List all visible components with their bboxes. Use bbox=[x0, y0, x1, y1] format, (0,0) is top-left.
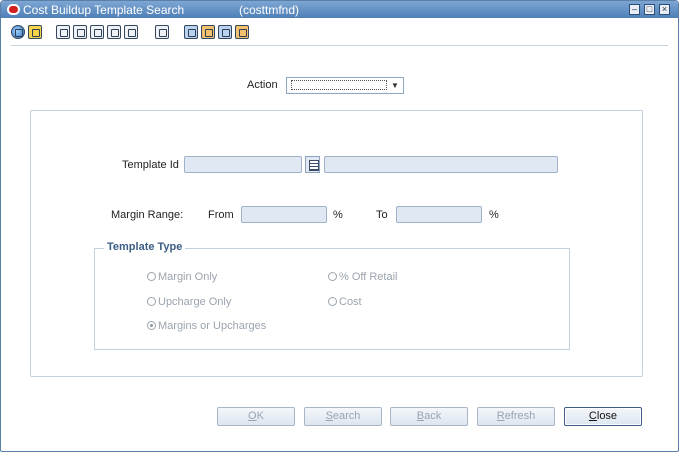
template-id-input[interactable] bbox=[184, 156, 302, 173]
back-label: ack bbox=[424, 410, 442, 422]
radio-selected-icon bbox=[147, 321, 156, 330]
ok-mnemonic: O bbox=[248, 410, 257, 422]
margin-range-label: Margin Range: bbox=[111, 209, 184, 221]
window-code: (costtmfnd) bbox=[239, 3, 300, 17]
action-select[interactable]: ▼ bbox=[286, 77, 404, 94]
ok-button[interactable]: OK bbox=[217, 407, 295, 426]
radio-label: Cost bbox=[339, 296, 362, 308]
close-icon[interactable]: × bbox=[659, 4, 670, 15]
maximize-icon[interactable]: □ bbox=[644, 4, 655, 15]
radio-circle-icon bbox=[147, 297, 156, 306]
radio-label: Upcharge Only bbox=[158, 296, 232, 308]
radio-label: % Off Retail bbox=[339, 271, 398, 283]
refresh-mnemonic: R bbox=[496, 410, 505, 422]
radio-label: Margin Only bbox=[158, 271, 218, 283]
chart-icon[interactable] bbox=[218, 25, 232, 39]
search-button[interactable]: Search bbox=[304, 407, 382, 426]
favorite-icon[interactable] bbox=[28, 25, 42, 39]
to-label: To bbox=[376, 209, 388, 221]
template-type-legend: Template Type bbox=[104, 241, 186, 253]
radio-upcharge-only[interactable]: Upcharge Only bbox=[147, 296, 231, 308]
to-percent-label: % bbox=[489, 209, 499, 221]
clock-icon[interactable] bbox=[56, 25, 70, 39]
copy-icon[interactable] bbox=[90, 25, 104, 39]
print-icon[interactable] bbox=[107, 25, 121, 39]
from-label: From bbox=[208, 209, 234, 221]
action-value-focus bbox=[291, 80, 387, 90]
toolbar bbox=[1, 18, 678, 44]
radio-circle-icon bbox=[147, 272, 156, 281]
search-label: earch bbox=[332, 410, 361, 422]
data-icon[interactable] bbox=[201, 25, 215, 39]
note-icon[interactable] bbox=[155, 25, 169, 39]
close-button[interactable]: Close bbox=[564, 407, 642, 426]
title-bar: Cost Buildup Template Search (costtmfnd)… bbox=[1, 1, 678, 18]
help-icon[interactable] bbox=[124, 25, 138, 39]
filter-icon[interactable] bbox=[184, 25, 198, 39]
close-mnemonic: C bbox=[588, 410, 597, 422]
close-label: lose bbox=[596, 410, 618, 422]
from-percent-label: % bbox=[333, 209, 343, 221]
radio-margin-only[interactable]: Margin Only bbox=[147, 271, 217, 283]
back-button[interactable]: Back bbox=[390, 407, 468, 426]
margin-from-input[interactable] bbox=[241, 206, 327, 223]
radio-circle-icon bbox=[328, 297, 337, 306]
radio-label: Margins or Upcharges bbox=[158, 320, 267, 332]
radio-off-retail[interactable]: % Off Retail bbox=[328, 271, 398, 283]
template-description-field[interactable] bbox=[324, 156, 558, 173]
header-divider bbox=[11, 45, 668, 46]
spellcheck-icon[interactable] bbox=[73, 25, 87, 39]
radio-margins-or-upcharges[interactable]: Margins or Upcharges bbox=[147, 320, 266, 332]
lookup-list-icon[interactable] bbox=[305, 156, 320, 173]
radio-cost[interactable]: Cost bbox=[328, 296, 362, 308]
app-window: Cost Buildup Template Search (costtmfnd)… bbox=[0, 0, 679, 452]
oracle-logo-icon bbox=[7, 4, 20, 15]
find-icon[interactable] bbox=[235, 25, 249, 39]
window-title: Cost Buildup Template Search bbox=[23, 3, 185, 17]
action-label: Action bbox=[247, 79, 278, 91]
chevron-down-icon[interactable]: ▼ bbox=[389, 80, 401, 91]
minimize-icon[interactable]: ‒ bbox=[629, 4, 640, 15]
back-mnemonic: B bbox=[416, 410, 425, 422]
refresh-button[interactable]: Refresh bbox=[477, 407, 555, 426]
search-mnemonic: S bbox=[325, 410, 333, 422]
refresh-label: efresh bbox=[504, 410, 536, 422]
globe-icon[interactable] bbox=[11, 25, 25, 39]
ok-label: K bbox=[256, 410, 264, 422]
margin-to-input[interactable] bbox=[396, 206, 482, 223]
template-id-label: Template Id bbox=[122, 159, 179, 171]
radio-circle-icon bbox=[328, 272, 337, 281]
